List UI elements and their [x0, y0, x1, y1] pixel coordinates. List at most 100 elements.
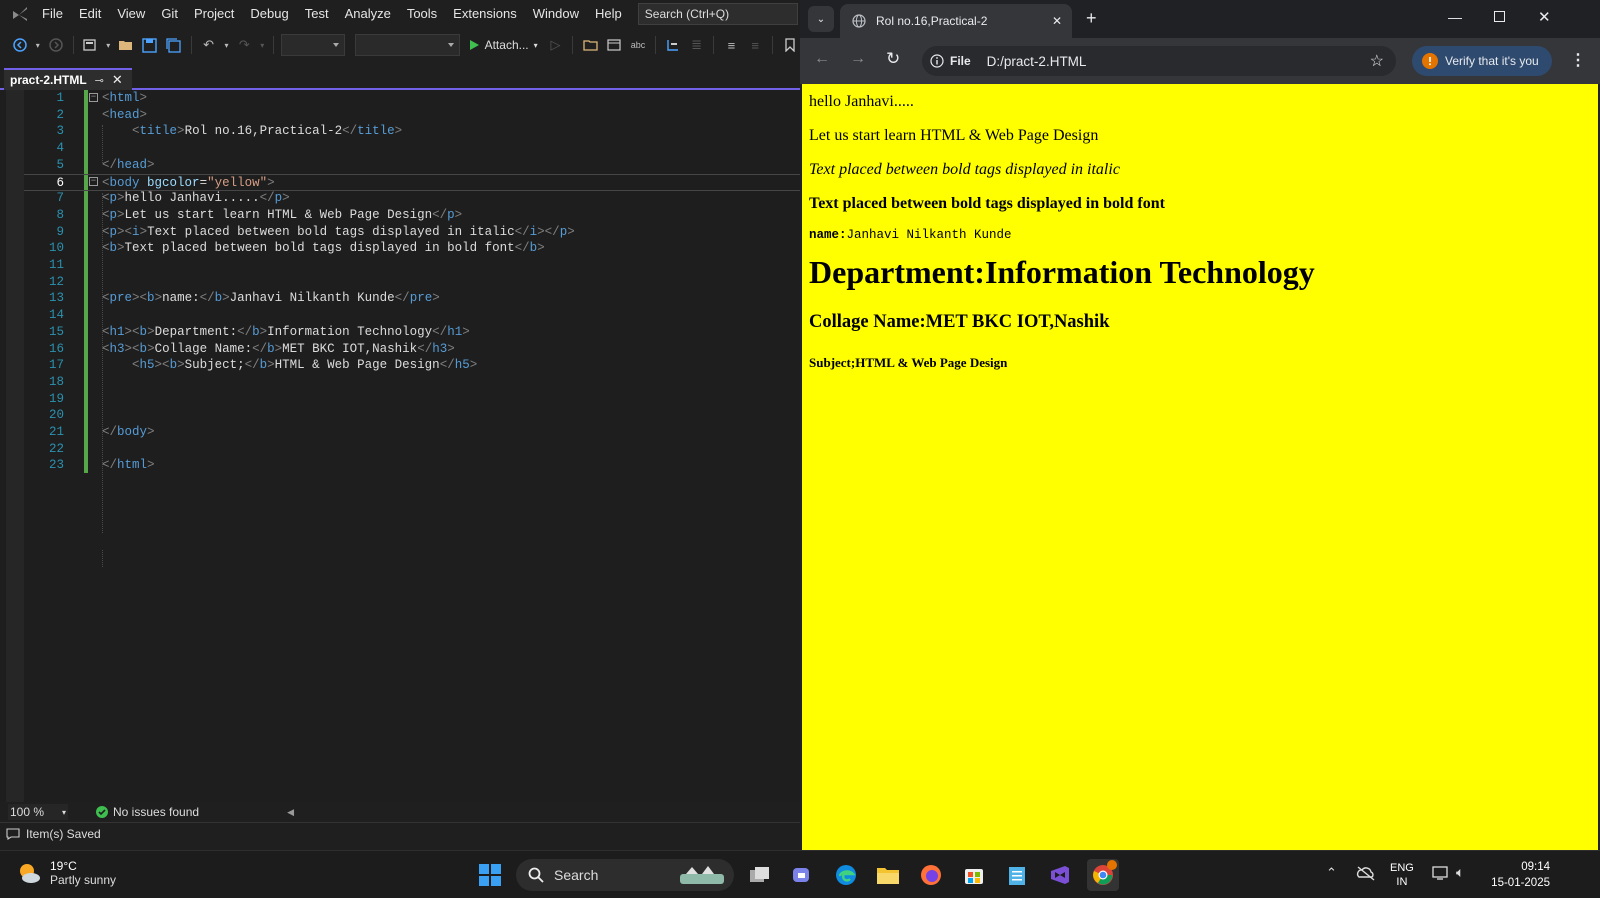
code-line[interactable]: 22 — [24, 441, 800, 458]
close-tab-icon[interactable]: ✕ — [112, 72, 123, 88]
outdent-icon[interactable]: ≡ — [745, 35, 765, 55]
code-line[interactable]: 20 — [24, 407, 800, 424]
indent-icon[interactable]: ≡ — [721, 35, 741, 55]
code-line[interactable]: 6 <body bgcolor="yellow"> — [24, 173, 800, 191]
maximize-icon[interactable] — [1494, 11, 1505, 22]
weather-widget[interactable]: 19°C Partly sunny — [16, 859, 116, 887]
address-bar[interactable]: File D:/pract-2.HTML ☆ — [922, 46, 1396, 76]
code-line[interactable]: 2 <head> — [24, 107, 800, 124]
menu-item-git[interactable]: Git — [153, 0, 186, 28]
code-line[interactable]: 11 — [24, 257, 800, 274]
open-folder-icon[interactable] — [116, 35, 136, 55]
code-line[interactable]: 3 <title>Rol no.16,Practical-2</title> — [24, 123, 800, 140]
zoom-select[interactable]: 100 % ▾ — [8, 804, 68, 820]
back-dropdown-icon[interactable]: ▾ — [34, 35, 42, 55]
language-indicator[interactable]: ENG IN — [1390, 861, 1414, 889]
clock[interactable]: 09:14 15-01-2025 — [1486, 859, 1550, 891]
code-line[interactable]: 10 <b>Text placed between bold tags displ… — [24, 240, 800, 257]
code-line[interactable]: 14 — [24, 307, 800, 324]
start-icon[interactable] — [474, 859, 506, 891]
menu-item-extensions[interactable]: Extensions — [445, 0, 525, 28]
pin-icon[interactable]: ⊸ — [95, 74, 104, 87]
verify-identity-button[interactable]: Verify that it's you — [1412, 46, 1552, 76]
close-tab-icon[interactable]: ✕ — [1052, 14, 1062, 28]
code-line[interactable]: 16 <h3><b>Collage Name:</b>MET BKC IOT,Na… — [24, 341, 800, 358]
code-line[interactable]: 17 <h5><b>Subject;</b>HTML & Web Page De… — [24, 357, 800, 374]
undo-dropdown-icon[interactable]: ▾ — [223, 35, 231, 55]
outline-icon[interactable] — [663, 35, 683, 55]
bookmark-icon[interactable] — [780, 35, 800, 55]
zoom-dropdown-icon[interactable]: ▾ — [62, 808, 66, 817]
start-without-debug-icon[interactable]: ▷ — [546, 35, 566, 55]
issues-indicator[interactable]: No issues found — [96, 805, 199, 819]
code-line[interactable]: 15 <h1><b>Department:</b>Information Tech… — [24, 324, 800, 341]
code-line[interactable]: 5 </head> — [24, 157, 800, 174]
forward-nav-icon[interactable] — [46, 35, 66, 55]
visual-studio-icon[interactable] — [1044, 859, 1076, 891]
attach-dropdown-icon[interactable]: ▾ — [534, 41, 538, 50]
file-explorer-icon[interactable] — [872, 859, 904, 891]
menu-item-analyze[interactable]: Analyze — [337, 0, 399, 28]
platform-select[interactable] — [354, 34, 460, 56]
code-line[interactable]: 23 </html> — [24, 457, 800, 474]
edge-icon[interactable] — [830, 859, 862, 891]
browser-tab[interactable]: Rol no.16,Practical-2 ✕ — [840, 4, 1072, 38]
task-view-icon[interactable] — [744, 859, 776, 891]
code-editor[interactable]: − − 1 <html> 2 <head> 3 <title>Rol no.16,Pra… — [0, 90, 800, 802]
spell-check-icon[interactable]: abc — [628, 35, 648, 55]
new-tab-icon[interactable]: + — [1086, 8, 1097, 29]
tab-search-icon[interactable]: ⌄ — [808, 6, 834, 32]
menu-item-edit[interactable]: Edit — [71, 0, 109, 28]
code-line[interactable]: 7 <p>hello Janhavi.....</p> — [24, 190, 800, 207]
new-dropdown-icon[interactable]: ▾ — [104, 35, 112, 55]
network-icon[interactable] — [1432, 865, 1450, 884]
menu-item-view[interactable]: View — [109, 0, 153, 28]
close-window-icon[interactable]: ✕ — [1538, 8, 1551, 26]
menu-item-help[interactable]: Help — [587, 0, 630, 28]
save-icon[interactable] — [140, 35, 160, 55]
minimize-icon[interactable]: — — [1448, 9, 1462, 25]
menu-item-project[interactable]: Project — [186, 0, 242, 28]
code-line[interactable]: 12 — [24, 274, 800, 291]
menu-item-file[interactable]: File — [34, 0, 71, 28]
meet-icon[interactable] — [787, 859, 819, 891]
save-all-icon[interactable] — [164, 35, 184, 55]
bookmark-star-icon[interactable]: ☆ — [1370, 51, 1384, 71]
code-line[interactable]: 1 <html> — [24, 90, 800, 107]
code-line[interactable]: 8 <p>Let us start learn HTML & Web Page D… — [24, 207, 800, 224]
onedrive-icon[interactable] — [1356, 865, 1376, 884]
reload-icon[interactable]: ↻ — [886, 49, 900, 69]
browse-folder-icon[interactable] — [580, 35, 600, 55]
menu-item-tools[interactable]: Tools — [399, 0, 445, 28]
new-project-icon[interactable] — [81, 35, 101, 55]
code-line[interactable]: 18 — [24, 374, 800, 391]
show-hidden-icons-icon[interactable]: ⌃ — [1326, 865, 1337, 881]
attach-button[interactable]: Attach... ▾ — [464, 38, 542, 52]
back-arrow-icon[interactable]: ← — [814, 50, 830, 68]
menu-item-debug[interactable]: Debug — [242, 0, 296, 28]
taskbar-search[interactable]: Search — [516, 859, 734, 891]
layout-icon[interactable] — [604, 35, 624, 55]
configuration-select[interactable] — [281, 34, 345, 56]
code-line[interactable]: 4 — [24, 140, 800, 157]
menu-item-window[interactable]: Window — [525, 0, 587, 28]
firefox-icon[interactable] — [915, 859, 947, 891]
code-line[interactable]: 21 </body> — [24, 424, 800, 441]
back-nav-icon[interactable] — [10, 35, 30, 55]
vs-search-input[interactable]: Search (Ctrl+Q) — [637, 3, 798, 25]
toggle-comment-icon[interactable]: ≣ — [687, 35, 707, 55]
notepad-icon[interactable] — [1001, 859, 1033, 891]
menu-item-test[interactable]: Test — [297, 0, 337, 28]
site-info-chip[interactable]: File — [930, 54, 987, 68]
code-line[interactable]: 19 — [24, 391, 800, 408]
store-icon[interactable] — [958, 859, 990, 891]
chrome-icon[interactable] — [1087, 859, 1119, 891]
document-tab[interactable]: pract-2.HTML ⊸ ✕ — [4, 68, 132, 90]
redo-icon[interactable]: ↷ — [234, 35, 254, 55]
more-menu-icon[interactable]: ⋮ — [1570, 50, 1586, 70]
code-line[interactable]: 13 <pre><b>name:</b>Janhavi Nilkanth Kund… — [24, 290, 800, 307]
undo-icon[interactable]: ↶ — [199, 35, 219, 55]
forward-arrow-icon[interactable]: → — [850, 50, 866, 68]
volume-icon[interactable]: 🔈︎ — [1456, 864, 1464, 881]
redo-dropdown-icon[interactable]: ▾ — [258, 35, 266, 55]
